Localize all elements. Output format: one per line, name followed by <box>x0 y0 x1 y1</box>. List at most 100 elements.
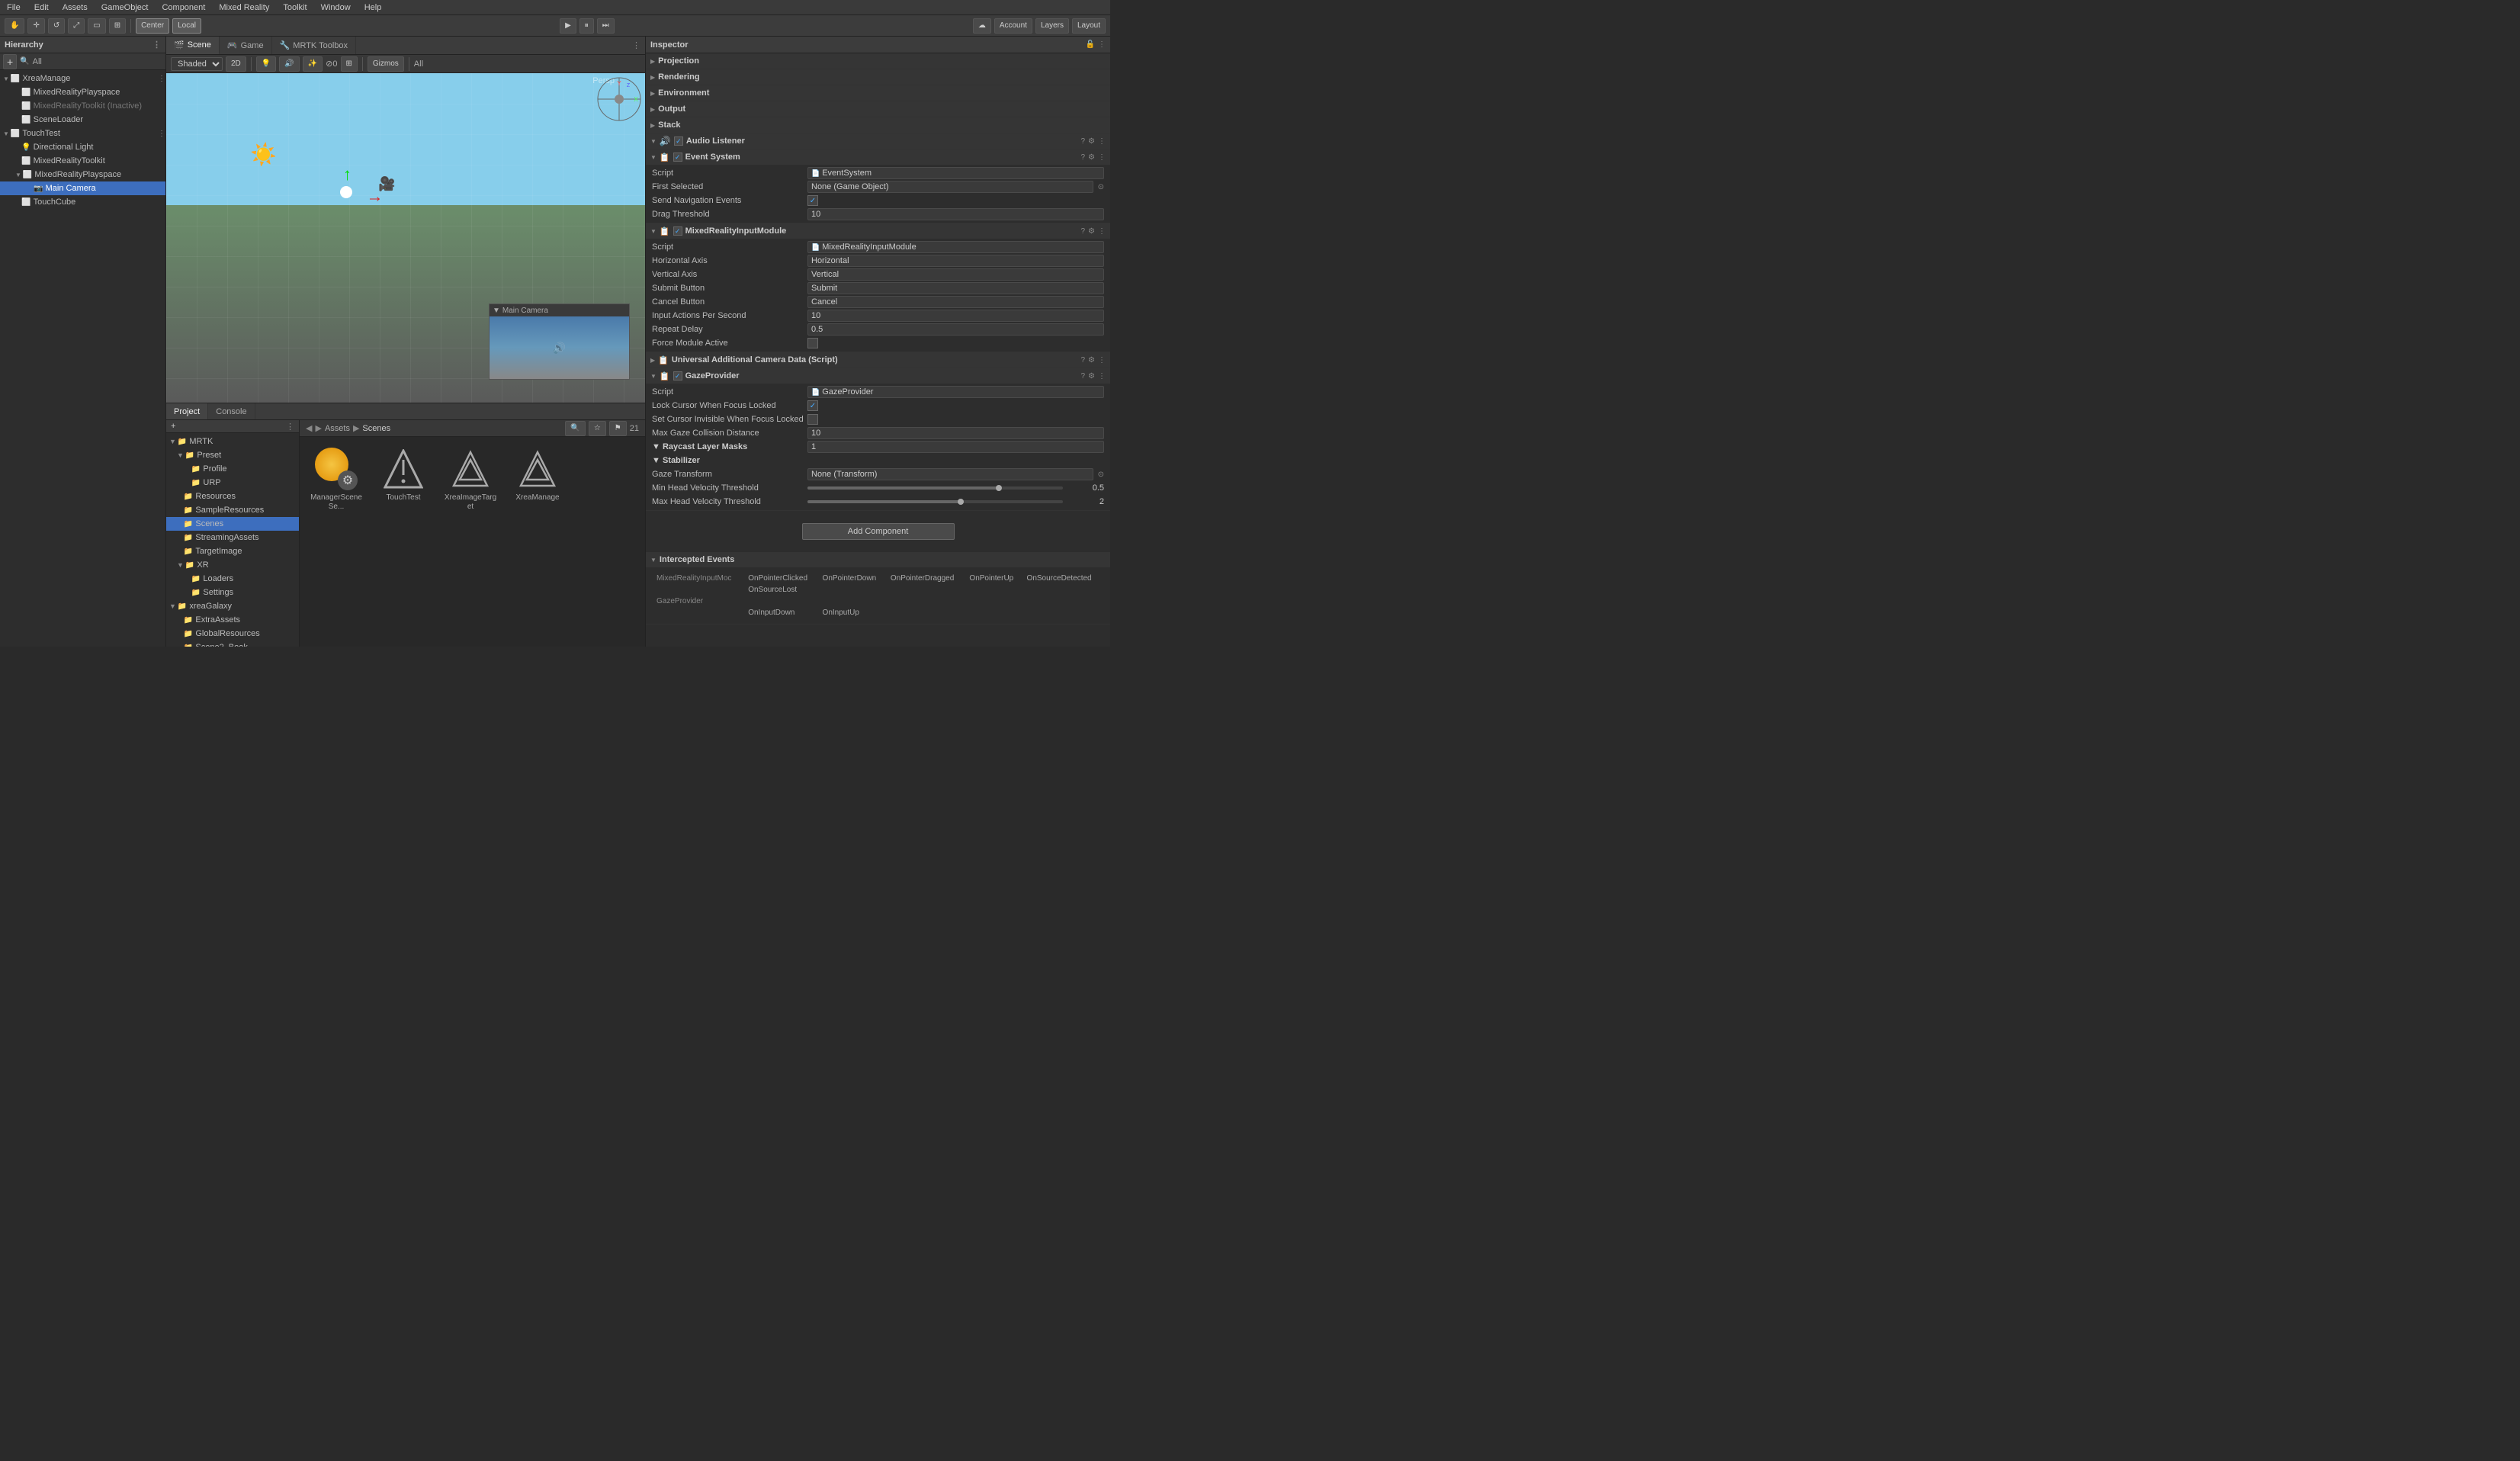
transform-hand-btn[interactable]: ✋ <box>5 18 24 34</box>
help-icon[interactable]: ? <box>1080 153 1085 162</box>
project-item-mrtk[interactable]: ▼ 📁 MRTK <box>166 435 299 448</box>
project-item-preset[interactable]: ▼ 📁 Preset <box>166 448 299 462</box>
audio-listener-enable[interactable] <box>674 136 683 146</box>
field-value[interactable]: 10 <box>807 208 1104 220</box>
menu-assets[interactable]: Assets <box>60 3 90 12</box>
field-value[interactable]: 1 <box>807 441 1104 453</box>
hierarchy-item-directional-light[interactable]: ▶ 💡 Directional Light <box>0 140 165 154</box>
project-item-urp[interactable]: ▶ 📁 URP <box>166 476 299 490</box>
tab-project[interactable]: Project <box>166 403 208 419</box>
help-icon[interactable]: ? <box>1080 356 1085 364</box>
scene-audio-btn[interactable]: 🔊 <box>279 56 299 72</box>
tab-mrtk[interactable]: 🔧 MRTK Toolbox <box>272 37 356 54</box>
mr-input-enable[interactable] <box>673 226 682 236</box>
settings-icon[interactable]: ⚙ <box>1088 372 1095 381</box>
asset-manager-scene[interactable]: ⚙ ManagerSceneSe... <box>306 443 367 515</box>
transform-rect-btn[interactable]: ▭ <box>88 18 105 34</box>
settings-icon[interactable]: ⚙ <box>1088 356 1095 364</box>
hierarchy-menu-icon[interactable]: ⋮ <box>152 40 161 50</box>
section-universal-camera-header[interactable]: ▶ 📋 Universal Additional Camera Data (Sc… <box>646 352 1110 368</box>
project-item-extraassets[interactable]: ▶ 📁 ExtraAssets <box>166 613 299 627</box>
section-environment-header[interactable]: ▶ Environment <box>646 85 1110 101</box>
project-item-streaming[interactable]: ▶ 📁 StreamingAssets <box>166 531 299 544</box>
circle-select-icon[interactable]: ⊙ <box>1098 183 1104 191</box>
project-item-settings[interactable]: ▶ 📁 Settings <box>166 586 299 599</box>
inspector-menu-icon[interactable]: ⋮ <box>1098 40 1106 49</box>
tab-game[interactable]: 🎮 Game <box>220 37 272 54</box>
project-item-targetimage[interactable]: ▶ 📁 TargetImage <box>166 544 299 558</box>
asset-touchtest[interactable]: TouchTest <box>373 443 434 515</box>
project-panel-menu[interactable]: ⋮ <box>286 422 294 432</box>
menu-component[interactable]: Component <box>159 3 207 12</box>
hierarchy-item-sceneloader[interactable]: ▶ ⬜ SceneLoader <box>0 113 165 127</box>
scene-viewport[interactable]: Persp ☀️ ↑ ↑ 🎥 Y <box>166 73 645 403</box>
project-item-loaders[interactable]: ▶ 📁 Loaders <box>166 572 299 586</box>
field-value[interactable]: Cancel <box>807 296 1104 308</box>
menu-toolkit[interactable]: Toolkit <box>281 3 309 12</box>
field-value[interactable]: Horizontal <box>807 255 1104 267</box>
asset-xreamanage[interactable]: XreaManage <box>507 443 568 515</box>
menu-window[interactable]: Window <box>319 3 353 12</box>
assets-breadcrumb-scenes[interactable]: Scenes <box>362 424 390 433</box>
plus-icon[interactable]: + <box>171 422 175 431</box>
section-stack-header[interactable]: ▶ Stack <box>646 117 1110 133</box>
settings-icon[interactable]: ⚙ <box>1088 137 1095 146</box>
add-component-button[interactable]: Add Component <box>802 523 955 540</box>
lock-cursor-checkbox[interactable] <box>807 400 818 411</box>
menu-help[interactable]: Help <box>362 3 384 12</box>
set-cursor-invisible-checkbox[interactable] <box>807 414 818 425</box>
assets-breadcrumb-assets[interactable]: Assets <box>325 424 350 433</box>
section-event-system-header[interactable]: ▼ 📋 Event System ? ⚙ ⋮ <box>646 149 1110 165</box>
help-icon[interactable]: ? <box>1080 372 1085 381</box>
scene-navigation-gizmo[interactable]: Y X Z <box>596 76 642 122</box>
section-projection-header[interactable]: ▶ Projection <box>646 53 1110 69</box>
circle-select-icon[interactable]: ⊙ <box>1098 470 1104 479</box>
force-module-checkbox[interactable] <box>807 338 818 348</box>
section-output-header[interactable]: ▶ Output <box>646 101 1110 117</box>
project-item-resources[interactable]: ▶ 📁 Resources <box>166 490 299 503</box>
settings-icon[interactable]: ⚙ <box>1088 227 1095 236</box>
assets-filter-btn[interactable]: ⚑ <box>609 421 627 436</box>
2d-toggle-btn[interactable]: 2D <box>226 56 246 72</box>
help-icon[interactable]: ? <box>1080 137 1085 146</box>
pivot-local-btn[interactable]: Local <box>172 18 201 34</box>
transform-scale-btn[interactable]: ⤢ <box>68 18 85 34</box>
settings-icon[interactable]: ⚙ <box>1088 153 1095 162</box>
max-head-vel-slider[interactable] <box>807 500 1063 503</box>
menu-edit[interactable]: Edit <box>32 3 51 12</box>
field-value[interactable]: Submit <box>807 282 1104 294</box>
assets-forward-btn[interactable]: ▶ <box>315 423 321 433</box>
hierarchy-item-menu[interactable]: ⋮ <box>158 75 165 83</box>
hierarchy-item-xrea[interactable]: ▼ ⬜ XreaManage ⋮ <box>0 72 165 85</box>
field-value[interactable]: None (Game Object) <box>807 181 1093 193</box>
tab-scene[interactable]: 🎬 Scene <box>166 37 220 54</box>
project-item-scene2[interactable]: ▶ 📁 Scene2_Book <box>166 641 299 647</box>
play-btn[interactable]: ▶ <box>560 18 576 34</box>
more-icon[interactable]: ⋮ <box>1098 137 1106 146</box>
assets-back-btn[interactable]: ◀ <box>306 423 312 433</box>
field-value[interactable]: 10 <box>807 310 1104 322</box>
scene-tab-menu[interactable]: ⋮ <box>628 37 645 54</box>
scene-fx-btn[interactable]: ✨ <box>303 56 323 72</box>
layout-btn[interactable]: Layout <box>1072 18 1106 34</box>
inspector-lock-icon[interactable]: 🔓 <box>1086 40 1095 49</box>
pivot-center-btn[interactable]: Center <box>136 18 169 34</box>
more-icon[interactable]: ⋮ <box>1098 227 1106 236</box>
more-icon[interactable]: ⋮ <box>1098 372 1106 381</box>
project-item-sampleresources[interactable]: ▶ 📁 SampleResources <box>166 503 299 517</box>
help-icon[interactable]: ? <box>1080 227 1085 236</box>
project-item-xreagalaxy[interactable]: ▼ 📁 xreaGalaxy <box>166 599 299 613</box>
hierarchy-item-mrplayspace2[interactable]: ▼ ⬜ MixedRealityPlayspace <box>0 168 165 181</box>
section-rendering-header[interactable]: ▶ Rendering <box>646 69 1110 85</box>
field-value[interactable]: 0.5 <box>807 323 1104 336</box>
assets-search-btn[interactable]: 🔍 <box>565 421 585 436</box>
more-icon[interactable]: ⋮ <box>1098 153 1106 162</box>
account-btn[interactable]: Account <box>994 18 1032 34</box>
send-nav-events-checkbox[interactable] <box>807 195 818 206</box>
menu-mixed-reality[interactable]: Mixed Reality <box>217 3 271 12</box>
intercepted-events-header[interactable]: ▼ Intercepted Events <box>646 552 1110 567</box>
hierarchy-item-menu2[interactable]: ⋮ <box>158 130 165 138</box>
min-head-vel-slider[interactable] <box>807 486 1063 490</box>
transform-all-btn[interactable]: ⊞ <box>109 18 126 34</box>
scene-gizmos-btn[interactable]: Gizmos <box>368 56 404 72</box>
